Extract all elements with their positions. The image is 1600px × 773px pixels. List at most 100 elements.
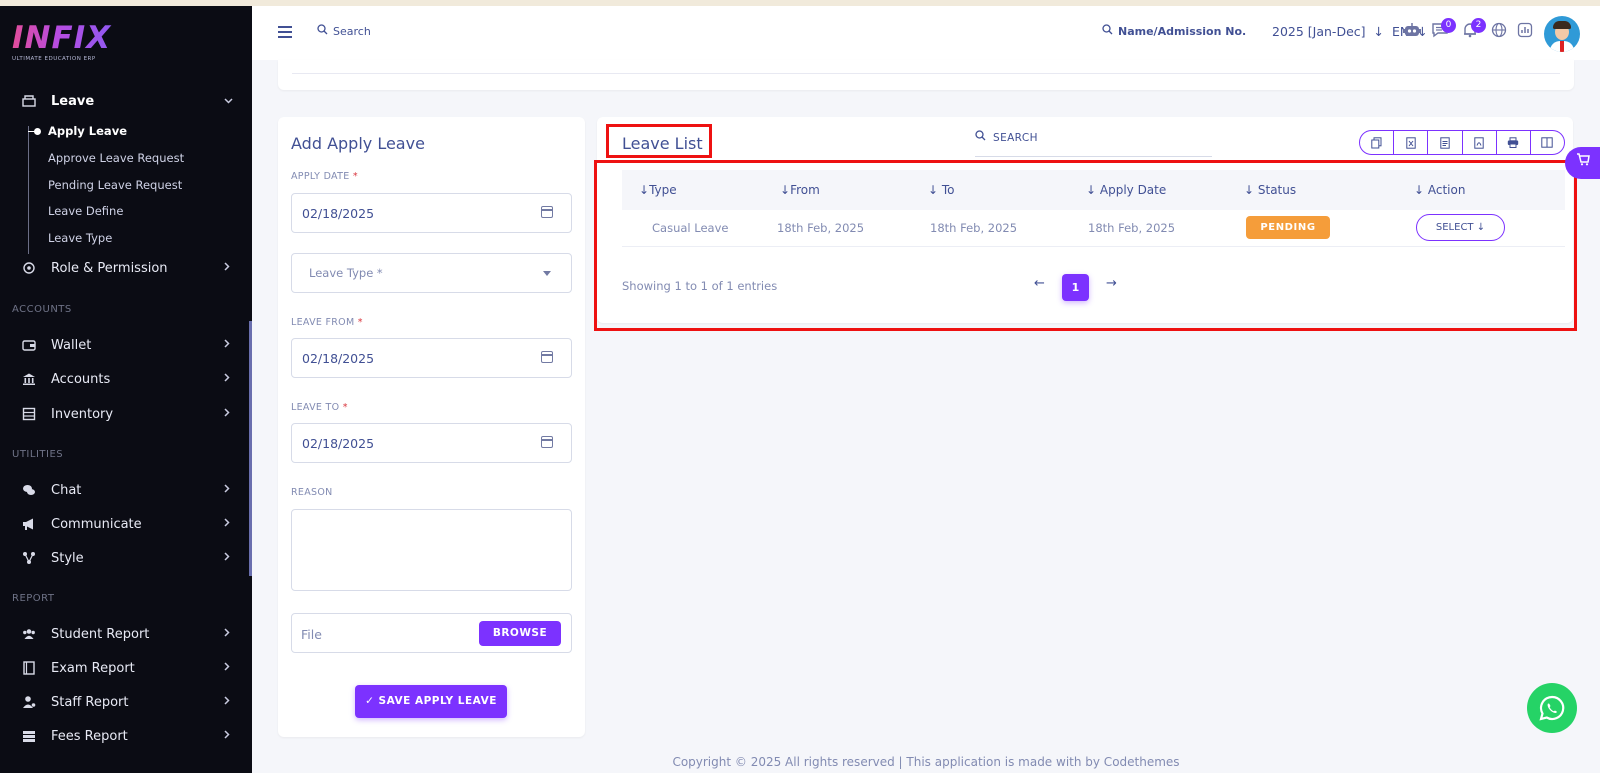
student-search[interactable]: Name/Admission No. — [1102, 24, 1246, 38]
export-button-group — [1359, 130, 1565, 155]
sort-arrow-icon: ↓ — [1414, 183, 1428, 197]
sidebar-subitem-leave-type[interactable]: Leave Type — [48, 231, 112, 245]
bank-icon — [22, 372, 36, 386]
globe-icon[interactable] — [1489, 22, 1509, 42]
leave-icon — [22, 94, 36, 108]
print-icon[interactable] — [1497, 131, 1531, 154]
browse-button[interactable]: BROWSE — [479, 621, 561, 646]
next-page-arrow-icon[interactable]: → — [1106, 276, 1117, 291]
reason-textarea[interactable] — [291, 509, 572, 591]
action-select-button[interactable]: SELECT ↓ — [1416, 214, 1505, 241]
sidebar-item-exam-report[interactable]: Exam Report — [0, 653, 249, 683]
sidebar-item-fees-report[interactable]: Fees Report — [0, 721, 249, 751]
leave-type-select[interactable]: Leave Type * — [291, 253, 572, 293]
sidebar-item-style[interactable]: Style — [0, 543, 249, 573]
chevron-right-icon — [224, 552, 230, 564]
cart-icon[interactable] — [1565, 147, 1600, 179]
pdf-icon[interactable] — [1463, 131, 1497, 154]
sort-arrow-icon: ↓ — [1086, 183, 1100, 197]
apply-date-value: 02/18/2025 — [302, 206, 375, 221]
arrow-down-icon: ↓ — [1473, 222, 1486, 233]
th-type[interactable]: ↓Type — [639, 183, 677, 197]
sidebar-subitem-approve-leave[interactable]: Approve Leave Request — [48, 151, 184, 165]
calendar-icon[interactable] — [541, 351, 553, 363]
th-action[interactable]: ↓ Action — [1414, 183, 1465, 197]
copy-icon[interactable] — [1360, 131, 1395, 154]
sidebar-item-inventory[interactable]: Inventory — [0, 399, 249, 429]
submenu-active-dot — [34, 128, 41, 135]
save-apply-leave-button[interactable]: ✓ SAVE APPLY LEAVE — [355, 685, 507, 718]
sidebar-item-chat[interactable]: Chat — [0, 475, 249, 505]
sidebar-subitem-leave-define[interactable]: Leave Define — [48, 204, 123, 218]
sidebar-item-leave[interactable]: Leave — [0, 86, 249, 116]
table-search-input[interactable]: SEARCH — [975, 128, 1212, 157]
csv-icon[interactable] — [1428, 131, 1463, 154]
leave-to-label: LEAVE TO * — [291, 402, 348, 413]
chevron-right-icon — [224, 696, 230, 708]
th-status[interactable]: ↓ Status — [1244, 183, 1296, 197]
academic-year-value: 2025 [Jan-Dec] — [1272, 24, 1366, 39]
sidebar-item-role-permission[interactable]: Role & Permission — [0, 253, 249, 283]
inventory-icon — [22, 407, 36, 421]
leave-from-value: 02/18/2025 — [302, 351, 375, 366]
sidebar-scrollbar[interactable] — [249, 321, 252, 576]
status-badge: PENDING — [1246, 216, 1330, 239]
sidebar-subitem-pending-leave[interactable]: Pending Leave Request — [48, 178, 182, 192]
sidebar-item-label: Fees Report — [51, 728, 128, 744]
table-search-label: SEARCH — [993, 132, 1038, 144]
search-icon — [975, 130, 986, 144]
whatsapp-icon[interactable] — [1527, 683, 1577, 733]
excel-icon[interactable] — [1394, 131, 1429, 154]
avatar[interactable] — [1544, 16, 1580, 52]
sidebar-item-label: Student Report — [51, 626, 150, 642]
sidebar-item-label: Leave — [51, 93, 95, 109]
staff-icon — [22, 695, 36, 709]
apply-date-field[interactable]: 02/18/2025 — [291, 193, 572, 233]
chevron-right-icon — [224, 662, 230, 674]
analytics-icon[interactable] — [1515, 22, 1535, 42]
calendar-icon[interactable] — [541, 206, 553, 218]
chevron-right-icon — [224, 518, 230, 530]
sort-arrow-icon: ↓ — [1244, 183, 1258, 197]
caret-down-icon — [543, 271, 551, 276]
academic-year-select[interactable]: 2025 [Jan-Dec] ↓ — [1272, 24, 1384, 39]
th-apply-date[interactable]: ↓ Apply Date — [1086, 183, 1166, 197]
columns-icon[interactable] — [1531, 131, 1564, 154]
brand-logo[interactable]: INFIX ULTIMATE EDUCATION ERP — [12, 21, 122, 69]
section-label-accounts: ACCOUNTS — [12, 304, 72, 315]
section-label-report: REPORT — [12, 593, 55, 604]
role-icon — [22, 261, 36, 275]
th-from[interactable]: ↓From — [780, 183, 820, 197]
current-page-button[interactable]: 1 — [1062, 274, 1089, 301]
file-upload-field[interactable]: File BROWSE — [291, 613, 572, 653]
top-header: Search Name/Admission No. 2025 [Jan-Dec]… — [252, 6, 1600, 60]
chevron-right-icon — [224, 373, 230, 385]
fees-icon — [22, 729, 36, 743]
leave-to-field[interactable]: 02/18/2025 — [291, 423, 572, 463]
sidebar-item-label: Communicate — [51, 516, 142, 532]
leave-from-field[interactable]: 02/18/2025 — [291, 338, 572, 378]
chevron-right-icon — [224, 408, 230, 420]
file-placeholder: File — [301, 627, 322, 642]
sidebar-item-accounts[interactable]: Accounts — [0, 364, 249, 394]
sidebar-item-wallet[interactable]: Wallet — [0, 330, 249, 360]
prev-page-arrow-icon[interactable]: ← — [1034, 276, 1045, 291]
header-search-label: Search — [333, 24, 371, 38]
sidebar-item-student-report[interactable]: Student Report — [0, 619, 249, 649]
th-to[interactable]: ↓ To — [928, 183, 955, 197]
leave-type-placeholder: Leave Type * — [309, 266, 383, 280]
menu-toggle-icon[interactable] — [278, 26, 292, 38]
sidebar-subitem-apply-leave[interactable]: Apply Leave — [48, 124, 127, 138]
calendar-icon[interactable] — [541, 436, 553, 448]
header-search[interactable]: Search — [317, 24, 371, 38]
cell-apply-date: 18th Feb, 2025 — [1088, 221, 1176, 235]
sidebar-item-staff-report[interactable]: Staff Report — [0, 687, 249, 717]
arrow-down-icon: ↓ — [1369, 24, 1384, 39]
cell-to: 18th Feb, 2025 — [930, 221, 1018, 235]
wallet-icon — [22, 338, 36, 352]
sidebar-item-communicate[interactable]: Communicate — [0, 509, 249, 539]
sidebar-item-label: Role & Permission — [51, 260, 168, 276]
leave-from-label: LEAVE FROM * — [291, 317, 363, 328]
robot-icon[interactable] — [1402, 22, 1422, 42]
sidebar-item-label: Inventory — [51, 406, 114, 422]
